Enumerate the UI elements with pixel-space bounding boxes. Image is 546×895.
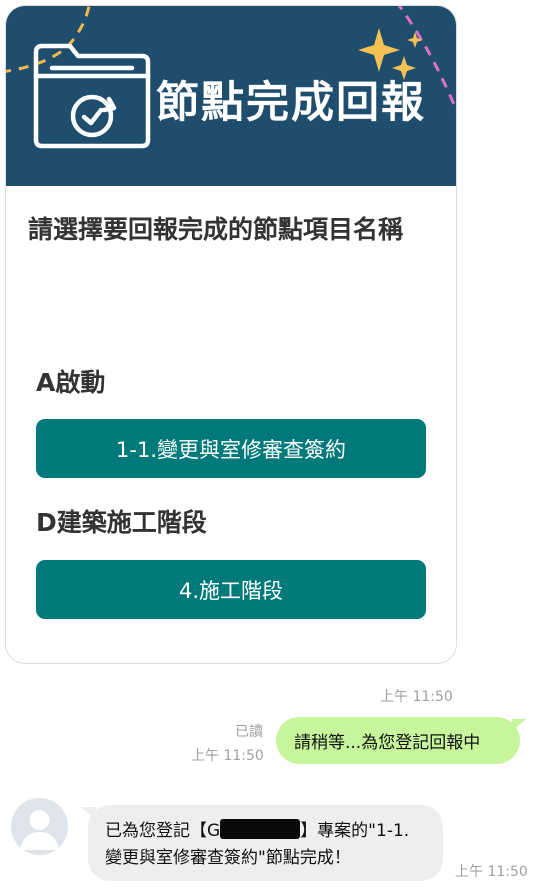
- section-title-construction: D建築施工階段: [36, 508, 207, 537]
- received-text-before: 已為您登記【G: [105, 821, 221, 841]
- node-button-construction[interactable]: 4.施工階段: [36, 560, 426, 619]
- user-icon: [20, 810, 59, 850]
- sent-message-text: 請稍等...為您登記回報中: [294, 733, 481, 753]
- received-timestamp: 上午 11:50: [455, 864, 528, 880]
- card-prompt: 請選擇要回報完成的節點項目名稱: [28, 215, 404, 244]
- folder-refresh-icon: [33, 43, 151, 149]
- flex-message-card: 節點完成回報 請選擇要回報完成的節點項目名稱 A啟動 1-1.變更與室修審查簽約…: [5, 5, 457, 664]
- card-header: 節點完成回報: [6, 6, 456, 186]
- bubble-tail: [512, 719, 526, 731]
- card-timestamp: 上午 11:50: [380, 689, 453, 705]
- read-receipt: 已讀: [235, 724, 263, 740]
- received-message-bubble: 已為您登記【G 】專案的"1-1.變更與室修審查簽約"節點完成！: [80, 805, 443, 881]
- sent-timestamp: 上午 11:50: [191, 748, 264, 764]
- sent-message-bubble: 請稍等...為您登記回報中: [276, 717, 526, 764]
- card-header-title: 節點完成回報: [156, 78, 426, 128]
- avatar[interactable]: [11, 798, 68, 855]
- section-title-start: A啟動: [36, 368, 106, 397]
- bubble-tail: [80, 807, 96, 819]
- redacted-project-name: [220, 819, 301, 839]
- node-button-change-review[interactable]: 1-1.變更與室修審查簽約: [36, 419, 426, 478]
